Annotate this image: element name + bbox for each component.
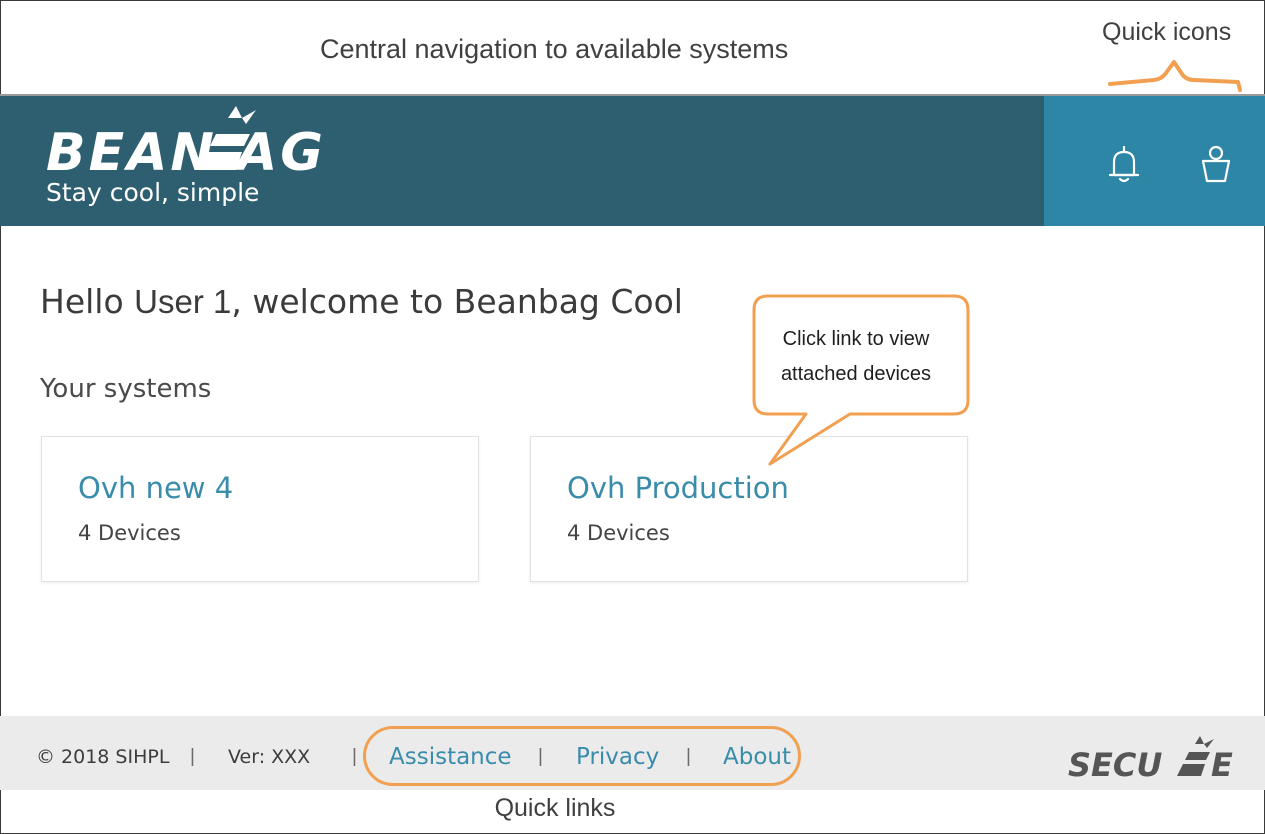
greeting-prefix: Hello [40,282,135,321]
about-link[interactable]: About [723,744,791,770]
svg-text:SECU: SECU [1068,746,1162,782]
footer-separator: | [352,746,357,767]
footer-separator: | [538,746,543,767]
app-footer: © 2018 SIHPL | Ver: XXX | Assistance | P… [0,716,1265,790]
assistance-link[interactable]: Assistance [389,744,512,770]
footer-separator: | [686,746,691,767]
top-annotation: Central navigation to available systems … [0,0,1265,96]
central-navigation-caption: Central navigation to available systems [320,34,789,64]
quick-icons-brace [1108,60,1242,92]
quick-icons-panel [1044,96,1265,226]
system-link[interactable]: Ovh new 4 [78,471,233,505]
device-count: 4 Devices [567,521,670,545]
footer-separator: | [190,746,195,767]
tooltip-line: attached devices [780,363,932,385]
quick-icons-caption: Quick icons [1102,18,1232,46]
app-header: BEAN AG Stay cool, simple [0,96,1265,226]
tooltip-text: Click link to view attached devices [756,322,956,392]
main-content: Hello User 1, welcome to Beanbag Cool Yo… [0,226,1265,716]
bell-icon[interactable] [1106,144,1142,184]
header-tagline: Stay cool, simple [46,178,260,207]
user-name: User 1 [134,283,232,320]
greeting-suffix: , welcome to Beanbag Cool [231,282,683,321]
secure-logo: SECU E [1068,736,1233,782]
svg-text:E: E [1211,746,1233,782]
svg-text:AG: AG [233,123,326,183]
user-icon[interactable] [1198,144,1234,184]
version-text: Ver: XXX [228,746,311,768]
privacy-link[interactable]: Privacy [576,744,659,770]
welcome-heading: Hello User 1, welcome to Beanbag Cool [40,282,683,321]
tooltip-line: Click link to view [782,328,930,350]
device-count: 4 Devices [78,521,181,545]
svg-text:BEAN: BEAN [46,123,217,183]
system-card[interactable]: Ovh new 4 4 Devices [41,436,479,582]
systems-section-title: Your systems [40,374,212,404]
quick-links-caption: Quick links [494,794,616,822]
copyright-text: © 2018 SIHPL [36,746,170,768]
